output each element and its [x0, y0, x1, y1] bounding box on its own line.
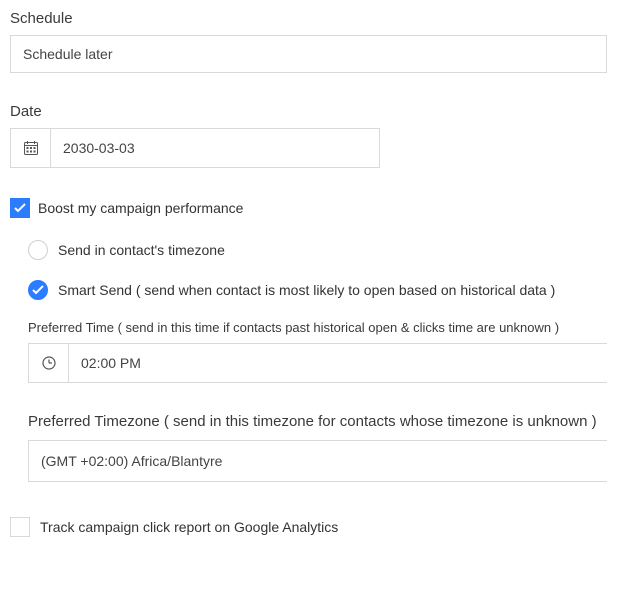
preferred-time-label: Preferred Time ( send in this time if co… — [28, 320, 607, 335]
radio-contact-timezone[interactable] — [28, 240, 48, 260]
ga-track-checkbox[interactable] — [10, 517, 30, 537]
boost-checkbox[interactable] — [10, 198, 30, 218]
calendar-icon — [10, 128, 50, 168]
ga-track-label: Track campaign click report on Google An… — [40, 519, 338, 535]
preferred-timezone-select[interactable]: (GMT +02:00) Africa/Blantyre — [28, 440, 607, 482]
clock-icon — [28, 343, 68, 383]
preferred-time-input[interactable] — [68, 343, 607, 383]
boost-label: Boost my campaign performance — [38, 200, 243, 216]
schedule-label: Schedule — [10, 10, 607, 27]
preferred-timezone-label: Preferred Timezone ( send in this timezo… — [28, 413, 607, 430]
schedule-select[interactable]: Schedule later — [10, 35, 607, 73]
date-input[interactable] — [50, 128, 380, 168]
date-label: Date — [10, 103, 607, 120]
radio-smart-send-label: Smart Send ( send when contact is most l… — [58, 282, 555, 298]
radio-contact-timezone-label: Send in contact's timezone — [58, 242, 225, 258]
radio-smart-send[interactable] — [28, 280, 48, 300]
